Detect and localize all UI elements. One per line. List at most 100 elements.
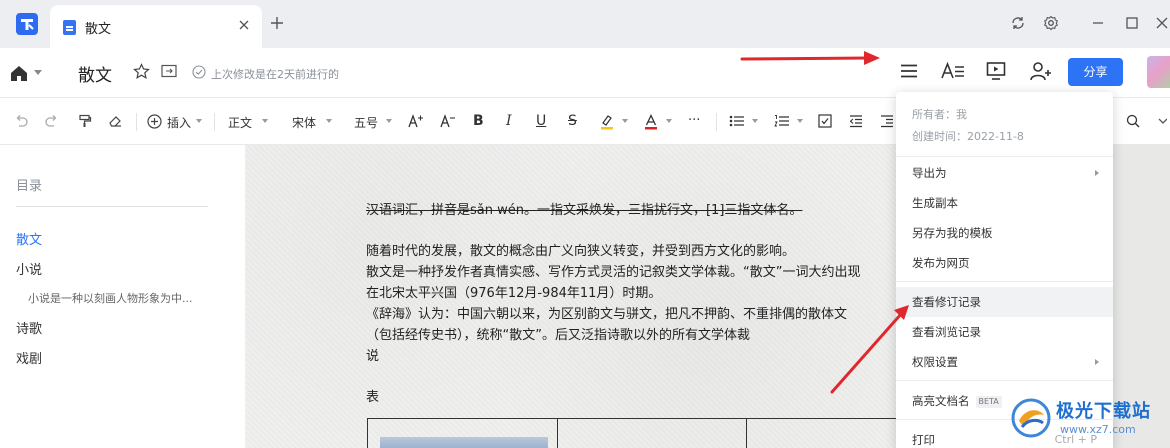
- format-painter-icon[interactable]: [78, 114, 92, 128]
- highlight-icon[interactable]: [600, 114, 614, 130]
- bullet-list-icon[interactable]: [729, 114, 745, 128]
- eraser-icon[interactable]: [108, 114, 122, 128]
- menu-divider: [896, 281, 1113, 282]
- paragraph[interactable]: 随着时代的发展，散文的概念由广义向狭义转变，并受到西方文化的影响。: [366, 240, 795, 259]
- check-circle-icon: [192, 65, 206, 79]
- menu-divider: [896, 380, 1113, 381]
- watermark-logo-icon: [1010, 397, 1052, 439]
- insert-button[interactable]: 插入: [167, 114, 191, 131]
- chevron-down-icon[interactable]: [752, 119, 758, 123]
- avatar[interactable]: [1147, 56, 1170, 88]
- search-icon[interactable]: [1126, 114, 1140, 128]
- menu-item-permissions[interactable]: 权限设置: [896, 347, 1113, 377]
- menu-item-export[interactable]: 导出为: [896, 158, 1113, 188]
- collapse-toolbar-icon[interactable]: [1157, 114, 1167, 128]
- paragraph[interactable]: 在北宋太平兴国（976年12月-984年11月）时期。: [366, 282, 661, 301]
- checkbox-list-icon[interactable]: [818, 114, 832, 128]
- paragraph[interactable]: 《辞海》认为：中国六朝以来，为区别韵文与骈文，把凡不押韵、不重排偶的散体文: [366, 303, 847, 322]
- home-icon[interactable]: [9, 64, 29, 82]
- window-close-icon[interactable]: [1155, 15, 1169, 31]
- move-icon[interactable]: [161, 64, 177, 78]
- redo-icon[interactable]: [45, 114, 59, 128]
- star-icon[interactable]: [133, 63, 150, 80]
- document-title[interactable]: 散文: [78, 61, 112, 86]
- share-button[interactable]: 分享: [1068, 58, 1123, 86]
- undo-icon[interactable]: [14, 114, 28, 128]
- divider: [16, 206, 208, 207]
- more-options-button[interactable]: ···: [688, 113, 700, 128]
- toolbar-divider: [214, 113, 215, 131]
- menu-divider: [896, 156, 1113, 157]
- table-image[interactable]: [380, 437, 548, 448]
- paragraph-style-select[interactable]: 正文: [228, 114, 252, 131]
- strikethrough-button[interactable]: S: [568, 113, 577, 129]
- menu-item-publish-web[interactable]: 发布为网页: [896, 248, 1113, 278]
- close-icon[interactable]: [238, 19, 250, 31]
- outline-item-novel-sub[interactable]: 小说是一种以刻画人物形象为中...: [28, 290, 193, 306]
- paragraph[interactable]: 散文是一种抒发作者真情实感、写作方式灵活的记叙类文学体裁。“散文”一词大约出现: [366, 261, 860, 280]
- toolbar-divider: [716, 113, 717, 131]
- font-color-icon[interactable]: [644, 114, 658, 130]
- font-size-select[interactable]: 五号: [354, 114, 378, 131]
- font-family-select[interactable]: 宋体: [292, 114, 316, 131]
- chevron-down-icon[interactable]: [386, 119, 392, 123]
- watermark-name: 极光下载站: [1056, 401, 1151, 422]
- numbered-list-icon[interactable]: [774, 114, 790, 128]
- sync-icon[interactable]: [1010, 15, 1026, 31]
- paragraph[interactable]: 表: [366, 386, 379, 405]
- tab-title: 散文: [85, 22, 112, 37]
- menu-item-revision-history[interactable]: 查看修订记录: [896, 287, 1113, 317]
- menu-item-view-history[interactable]: 查看浏览记录: [896, 317, 1113, 347]
- gear-icon[interactable]: [1043, 15, 1059, 31]
- outline-item-novel[interactable]: 小说: [16, 259, 42, 278]
- outline-item-prose[interactable]: 散文: [16, 229, 42, 248]
- menu-item-label: 另存为我的模板: [912, 226, 993, 240]
- add-user-icon[interactable]: [1030, 61, 1052, 81]
- menu-item-label: 打印: [912, 433, 935, 447]
- menu-item-label: 导出为: [912, 166, 947, 180]
- paragraph[interactable]: 汉语词汇，拼音是sǎn wén。一指文采焕发，三指扰行文，[1]三指文体名。: [366, 199, 802, 218]
- outline-title: 目录: [16, 179, 43, 194]
- bold-button[interactable]: B: [473, 113, 484, 129]
- maximize-icon[interactable]: [1125, 15, 1139, 31]
- italic-button[interactable]: I: [506, 113, 512, 129]
- menu-item-label: 查看修订记录: [912, 295, 981, 309]
- chevron-down-icon[interactable]: [34, 70, 42, 76]
- watermark: 极光下载站 www.xz7.com: [1006, 395, 1166, 445]
- paragraph[interactable]: 说: [366, 345, 379, 364]
- outdent-icon[interactable]: [849, 114, 863, 128]
- chevron-down-icon[interactable]: [262, 119, 268, 123]
- menu-item-save-template[interactable]: 另存为我的模板: [896, 218, 1113, 248]
- increase-font-icon[interactable]: [408, 114, 424, 128]
- chevron-down-icon[interactable]: [622, 119, 628, 123]
- insert-icon[interactable]: [147, 114, 162, 129]
- menu-icon[interactable]: [899, 61, 919, 81]
- indent-icon[interactable]: [880, 114, 894, 128]
- outline-item-poetry[interactable]: 诗歌: [16, 318, 42, 337]
- present-icon[interactable]: [986, 61, 1006, 81]
- new-tab-icon[interactable]: [270, 16, 284, 30]
- document-table[interactable]: [367, 418, 927, 448]
- created-info: 创建时间：2022-11-8: [912, 130, 1024, 143]
- title-bar: 散文: [0, 0, 1170, 48]
- tab-document[interactable]: 散文: [50, 5, 262, 48]
- menu-item-duplicate[interactable]: 生成副本: [896, 188, 1113, 218]
- owner-info: 所有者：我: [912, 108, 967, 121]
- chevron-down-icon[interactable]: [196, 119, 202, 123]
- chevron-down-icon[interactable]: [797, 119, 803, 123]
- paragraph[interactable]: （包括经传史书），统称“散文”。后又泛指诗歌以外的所有文学体裁: [366, 324, 750, 343]
- decrease-font-icon[interactable]: [440, 114, 456, 128]
- outline-item-drama[interactable]: 戏剧: [16, 348, 42, 367]
- chevron-down-icon[interactable]: [326, 119, 332, 123]
- minimize-icon[interactable]: [1091, 15, 1105, 31]
- app-logo-icon[interactable]: [16, 13, 38, 35]
- table-column-divider: [746, 419, 747, 448]
- document-page[interactable]: 汉语词汇，拼音是sǎn wén。一指文采焕发，三指扰行文，[1]三指文体名。 随…: [246, 145, 927, 448]
- save-status: 上次修改是在2天前进行的: [211, 68, 339, 81]
- underline-button[interactable]: U: [536, 113, 546, 129]
- menu-item-label: 发布为网页: [912, 256, 970, 270]
- document-header: 散文 上次修改是在2天前进行的 分享: [0, 48, 1170, 98]
- chevron-down-icon[interactable]: [666, 119, 672, 123]
- text-style-icon[interactable]: [941, 61, 965, 81]
- menu-item-label: 查看浏览记录: [912, 325, 981, 339]
